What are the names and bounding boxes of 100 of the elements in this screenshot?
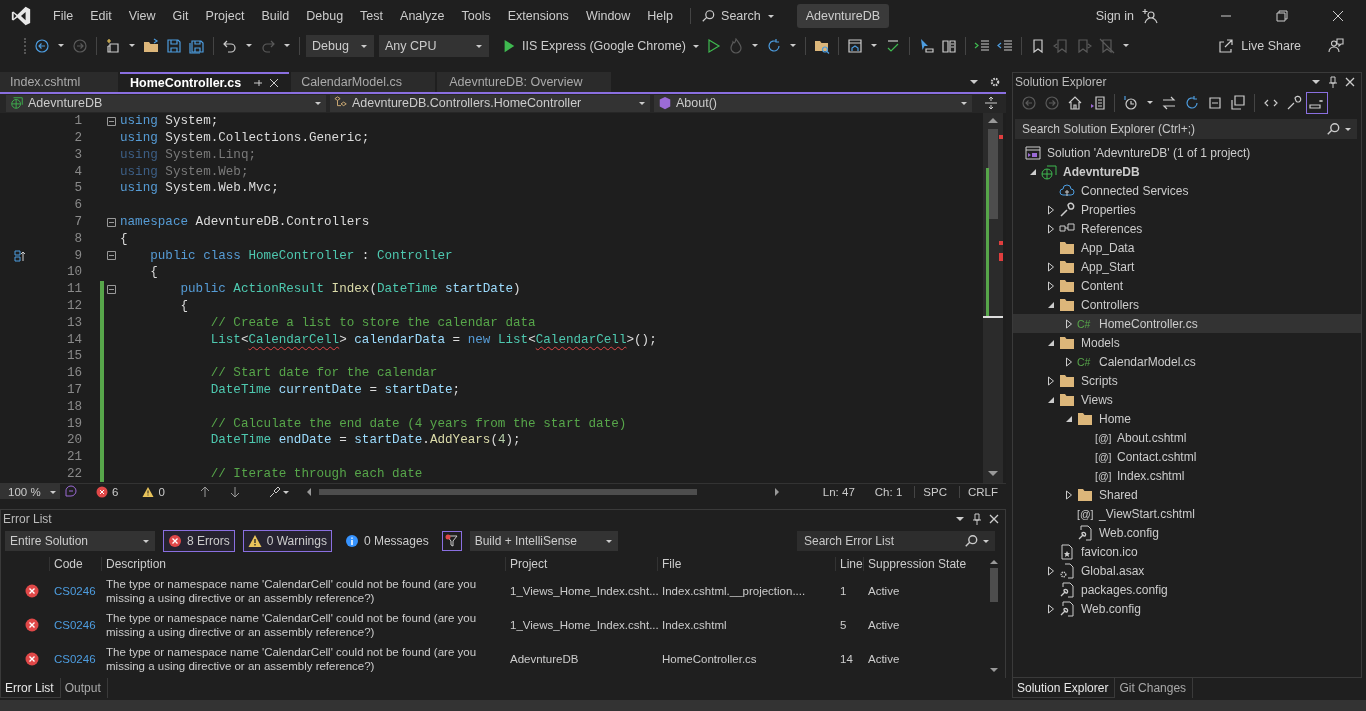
new-item-icon[interactable] <box>105 38 121 54</box>
bookmark-clear-icon[interactable] <box>1098 38 1115 54</box>
close-icon[interactable] <box>1345 77 1355 87</box>
tree-item[interactable]: [@] Index.cshtml <box>1013 466 1361 485</box>
collapse-icon[interactable] <box>106 251 116 261</box>
tree-item[interactable]: Connected Services <box>1013 181 1361 200</box>
sync-icon[interactable] <box>1161 95 1177 111</box>
class-diagram-icon[interactable] <box>14 249 26 262</box>
save-icon[interactable] <box>166 38 182 54</box>
error-code-link[interactable]: CS0246 <box>49 652 101 665</box>
column-header[interactable]: Suppression State <box>863 556 983 571</box>
columns-icon[interactable] <box>940 38 957 54</box>
indent-icon[interactable] <box>973 38 990 54</box>
tree-item[interactable]: App_Data <box>1013 238 1361 257</box>
filter-toggle[interactable]: 0 Messages <box>339 529 434 552</box>
home-icon[interactable] <box>1067 95 1083 111</box>
brush-icon[interactable] <box>268 485 291 498</box>
collapsed-arrow-icon[interactable] <box>1065 489 1073 500</box>
menu-item[interactable]: Test <box>352 9 393 23</box>
down-arrow-icon[interactable] <box>228 485 241 498</box>
restore-icon[interactable] <box>1276 10 1288 22</box>
refresh-icon[interactable] <box>765 38 782 54</box>
platform-dropdown[interactable]: Any CPU <box>379 35 489 57</box>
save-all-icon[interactable] <box>189 38 205 54</box>
account-icon[interactable] <box>1142 8 1158 24</box>
error-code-link[interactable]: CS0246 <box>49 618 101 631</box>
filter-toggle[interactable]: 0 Warnings <box>242 529 332 552</box>
collapse-icon[interactable] <box>106 284 116 294</box>
document-tab[interactable]: AdevntureDB: Overview <box>437 72 612 92</box>
expanded-arrow-icon[interactable] <box>1047 300 1055 309</box>
feedback-icon[interactable] <box>1328 38 1344 54</box>
sign-in-link[interactable]: Sign in <box>1095 9 1134 23</box>
tree-item[interactable]: References <box>1013 219 1361 238</box>
close-icon[interactable] <box>1332 10 1344 22</box>
tree-item[interactable]: Home <box>1013 409 1361 428</box>
menu-item[interactable]: Window <box>577 9 640 23</box>
menu-item[interactable]: Edit <box>82 9 121 23</box>
close-icon[interactable] <box>989 513 999 524</box>
collapsed-arrow-icon[interactable] <box>1047 375 1055 386</box>
tree-item[interactable]: App_Start <box>1013 257 1361 276</box>
menu-item[interactable]: Tools <box>453 9 500 23</box>
expanded-arrow-icon[interactable] <box>1029 167 1037 176</box>
menu-item[interactable]: Git <box>164 9 198 23</box>
document-tab[interactable]: CalendarModel.cs <box>291 72 436 92</box>
folder-icon[interactable] <box>143 38 159 54</box>
menu-item[interactable]: Debug <box>298 9 353 23</box>
dropdown-icon[interactable] <box>1311 77 1321 87</box>
expanded-arrow-icon[interactable] <box>1065 414 1073 423</box>
column-indicator[interactable]: Ch: 1 <box>866 485 911 498</box>
panel-tab[interactable]: Solution Explorer <box>1012 678 1116 698</box>
collapse-icon[interactable] <box>106 116 116 126</box>
panel-tab[interactable]: Output <box>60 678 108 698</box>
column-header[interactable]: Code <box>49 556 101 571</box>
menu-item[interactable]: Extensions <box>499 9 578 23</box>
line-ending-indicator[interactable]: CRLF <box>958 485 1006 498</box>
scrollbar[interactable] <box>983 112 1003 483</box>
tree-item[interactable]: Shared <box>1013 485 1361 504</box>
folder-search-icon[interactable] <box>813 38 830 54</box>
tree-item[interactable]: Solution 'AdevntureDB' (1 of 1 project) <box>1013 143 1361 162</box>
switch-views-icon[interactable] <box>1090 95 1106 111</box>
tree-item[interactable]: [@] Contact.cshtml <box>1013 447 1361 466</box>
type-dropdown[interactable]: AdevntureDB.Controllers.HomeController <box>330 94 650 112</box>
pin-icon[interactable] <box>253 77 264 88</box>
menu-item[interactable]: Project <box>197 9 254 23</box>
assistant-icon[interactable] <box>64 484 78 499</box>
tree-item[interactable]: Models <box>1013 333 1361 352</box>
outdent-icon[interactable] <box>996 38 1013 54</box>
error-code-link[interactable]: CS0246 <box>49 584 101 597</box>
collapse-all-icon[interactable] <box>1207 95 1223 111</box>
source-dropdown[interactable]: Build + IntelliSense <box>469 530 618 551</box>
tree-item[interactable]: C# HomeController.cs <box>1013 314 1361 333</box>
tree-item[interactable]: Properties <box>1013 200 1361 219</box>
member-dropdown[interactable]: About() <box>654 94 972 112</box>
column-header[interactable]: Line <box>835 556 863 571</box>
menu-item[interactable]: File <box>45 9 83 23</box>
back-icon[interactable] <box>1021 95 1037 111</box>
tree-item[interactable]: [@] _ViewStart.cshtml <box>1013 504 1361 523</box>
pin-icon[interactable] <box>1328 76 1338 88</box>
search-input[interactable]: Search Solution Explorer (Ctrl+;) <box>1020 121 1322 137</box>
tree-item[interactable]: Web.config <box>1013 599 1361 618</box>
menu-item[interactable]: View <box>120 9 165 23</box>
refresh-icon[interactable] <box>1184 95 1200 111</box>
zoom-dropdown[interactable]: 100 % <box>0 484 60 500</box>
panel-tab[interactable]: Git Changes <box>1115 678 1194 698</box>
browser-window-icon[interactable] <box>846 38 863 54</box>
tree-item[interactable]: packages.config <box>1013 580 1361 599</box>
undo-icon[interactable] <box>222 38 238 54</box>
history-icon[interactable] <box>1123 95 1139 111</box>
scope-dropdown[interactable]: Entire Solution <box>5 530 155 551</box>
collapsed-arrow-icon[interactable] <box>1047 565 1055 576</box>
tree-item[interactable]: C# CalendarModel.cs <box>1013 352 1361 371</box>
line-indicator[interactable]: Ln: 47 <box>814 485 863 498</box>
tree-item[interactable]: Scripts <box>1013 371 1361 390</box>
expanded-arrow-icon[interactable] <box>1047 338 1055 347</box>
tree-item[interactable]: Controllers <box>1013 295 1361 314</box>
run-button[interactable]: IIS Express (Google Chrome) <box>502 39 700 53</box>
configuration-dropdown[interactable]: Debug <box>306 35 374 57</box>
search-field[interactable]: Search Error List <box>797 530 995 551</box>
collapsed-arrow-icon[interactable] <box>1047 603 1055 614</box>
tree-item[interactable]: AdevntureDB <box>1013 162 1361 181</box>
